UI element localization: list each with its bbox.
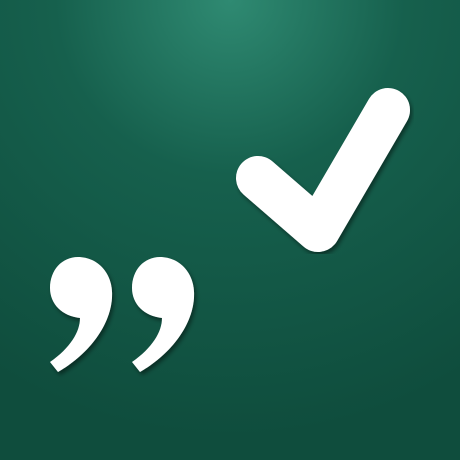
icon-background [0, 0, 460, 460]
app-icon-graphic [0, 0, 460, 460]
app-icon [0, 0, 460, 460]
